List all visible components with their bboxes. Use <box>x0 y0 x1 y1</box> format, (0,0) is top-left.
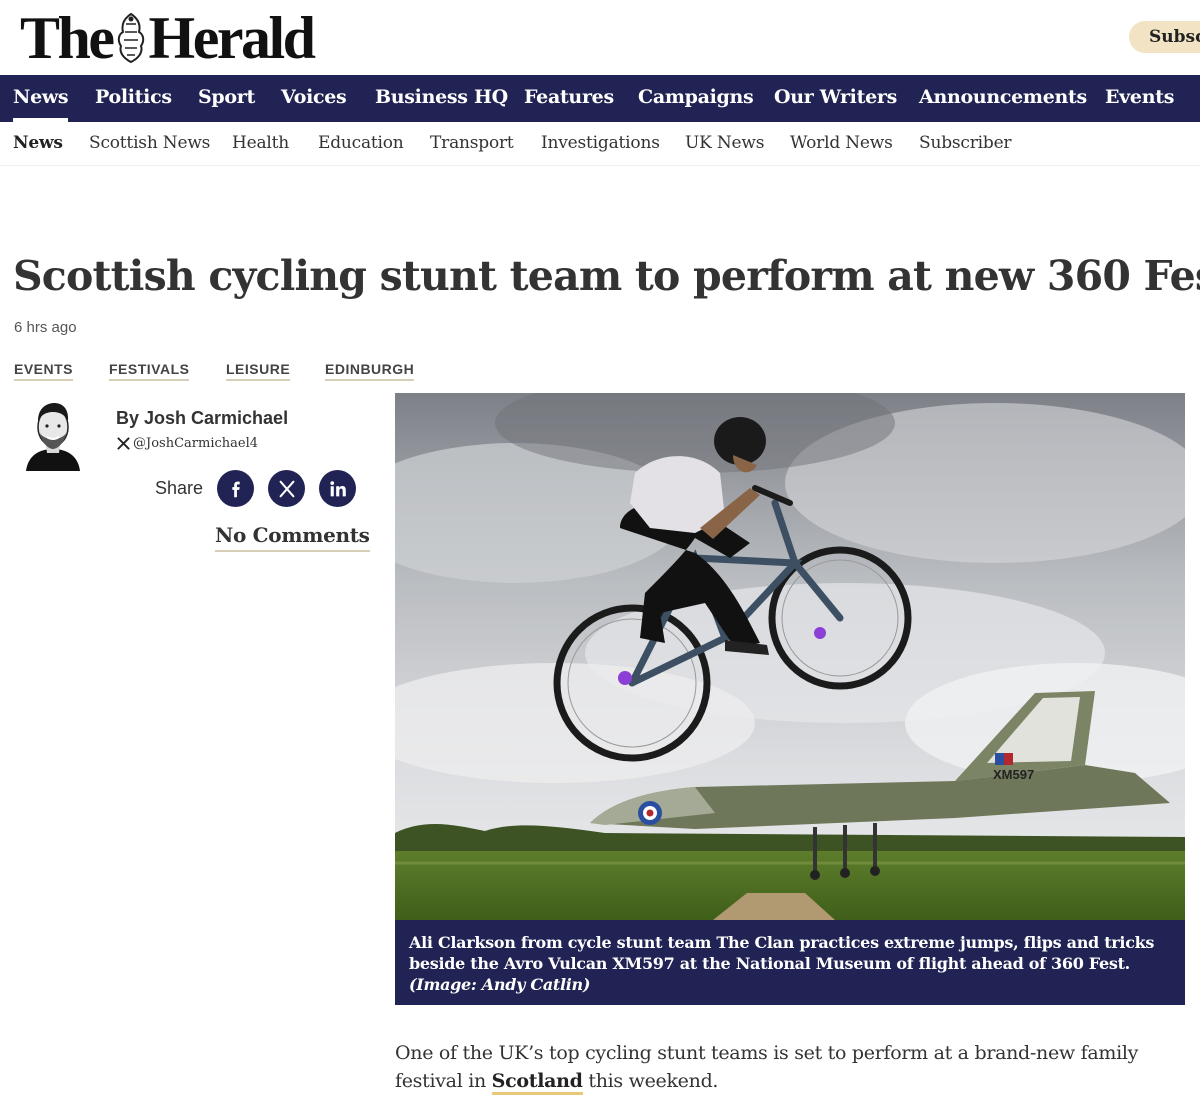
subnav-item-news[interactable]: News <box>13 133 63 153</box>
author-handle[interactable]: @JoshCarmichael4 <box>116 436 258 451</box>
author-handle-text: @JoshCarmichael4 <box>133 436 259 451</box>
nav-item-our-writers[interactable]: Our Writers <box>774 75 897 122</box>
share-x-button[interactable] <box>268 470 305 507</box>
nav-item-events[interactable]: Events <box>1105 75 1174 122</box>
primary-nav: News Politics Sport Voices Business HQ F… <box>0 75 1200 122</box>
logo-text-left: The <box>20 5 115 71</box>
lede-text-after: this weekend. <box>582 1070 719 1092</box>
article-headline: Scottish cycling stunt team to perform a… <box>13 252 1200 300</box>
tag-leisure[interactable]: LEISURE <box>226 361 291 381</box>
author-byline[interactable]: By Josh Carmichael <box>116 408 288 429</box>
subnav-item-health[interactable]: Health <box>232 133 289 153</box>
nav-item-politics[interactable]: Politics <box>95 75 172 122</box>
tag-edinburgh[interactable]: EDINBURGH <box>325 361 415 381</box>
nav-item-features[interactable]: Features <box>524 75 614 122</box>
hero-photo: XM597 <box>395 393 1185 920</box>
logo-text-right: Herald <box>148 5 316 71</box>
caption-credit: (Image: Andy Catlin) <box>409 975 591 994</box>
subnav-item-subscriber[interactable]: Subscriber <box>919 133 1012 153</box>
author-avatar[interactable] <box>22 395 84 471</box>
subnav-item-transport[interactable]: Transport <box>430 133 514 153</box>
share-label: Share <box>155 478 204 498</box>
hero-image: XM597 <box>395 393 1185 920</box>
tag-events[interactable]: EVENTS <box>14 361 74 381</box>
x-icon <box>279 480 294 497</box>
lede-link-scotland[interactable]: Scotland <box>491 1070 583 1095</box>
subscribe-button[interactable]: Subscribe <box>1129 21 1200 53</box>
subnav-item-education[interactable]: Education <box>318 133 404 153</box>
article-timestamp: 6 hrs ago <box>14 319 77 336</box>
share-linkedin-button[interactable] <box>319 470 356 507</box>
share-facebook-button[interactable] <box>217 470 254 507</box>
nav-item-news[interactable]: News <box>13 75 69 122</box>
tag-festivals[interactable]: FESTIVALS <box>109 361 190 381</box>
image-caption: Ali Clarkson from cycle stunt team The C… <box>395 920 1185 1005</box>
subnav-item-scottish-news[interactable]: Scottish News <box>89 133 210 153</box>
subnav-item-world-news[interactable]: World News <box>790 133 893 153</box>
x-logo-icon <box>117 437 130 450</box>
subnav-item-uk-news[interactable]: UK News <box>685 133 764 153</box>
nav-item-announcements[interactable]: Announcements <box>919 75 1087 122</box>
linkedin-icon <box>329 480 346 496</box>
comments-link[interactable]: No Comments <box>215 523 370 552</box>
article-lede: One of the UK’s top cycling stunt teams … <box>395 1039 1185 1095</box>
nav-item-sport[interactable]: Sport <box>198 75 255 122</box>
secondary-nav: News Scottish News Health Education Tran… <box>0 122 1200 166</box>
crest-icon <box>117 12 144 64</box>
nav-item-campaigns[interactable]: Campaigns <box>638 75 754 122</box>
caption-text: Ali Clarkson from cycle stunt team The C… <box>409 933 1155 973</box>
nav-item-voices[interactable]: Voices <box>281 75 347 122</box>
nav-item-business-hq[interactable]: Business HQ <box>375 75 508 122</box>
site-logo[interactable]: The Herald <box>20 5 316 71</box>
masthead: The Herald Subscribe <box>0 0 1200 75</box>
subnav-item-investigations[interactable]: Investigations <box>541 133 660 153</box>
facebook-icon <box>231 481 240 497</box>
aircraft-marking: XM597 <box>993 767 1034 782</box>
